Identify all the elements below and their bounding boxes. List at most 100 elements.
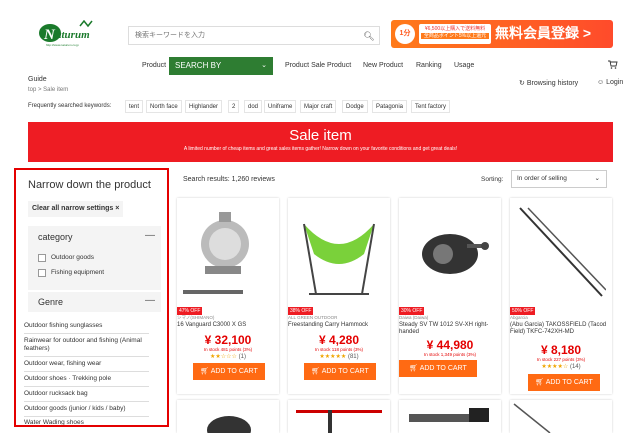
results-count: Search results: 1,260 reviews (183, 176, 275, 183)
add-to-cart-button[interactable]: 🛒︎ ADD TO CART (193, 363, 265, 380)
product-card[interactable] (177, 400, 279, 433)
product-card[interactable] (510, 400, 612, 433)
discount-badge: 50% OFF (510, 307, 536, 315)
nav-product-sale[interactable]: Product Sale Product (285, 58, 351, 74)
product-brand: シマノ(SHIMANO) (177, 315, 215, 320)
product-stock: In stock 1,349 points (3%) (423, 352, 477, 357)
product-card[interactable]: 47% OFF シマノ(SHIMANO) 16 Vanguard C3000 X… (177, 198, 279, 394)
checkbox-outdoor-goods[interactable] (38, 254, 46, 262)
product-stock: In stock 227 points (3%) (536, 357, 586, 362)
product-price: ¥ 32,100 (204, 333, 252, 347)
signup-banner[interactable]: 1分 ¥6,500以上購入で送料無料 全商品ポイント5%以上還元 無料会員登録 … (391, 20, 613, 48)
product-card[interactable]: 38% OFF ALL GREEN OUTDOOR Freestanding C… (288, 198, 390, 394)
divider (24, 386, 149, 387)
chevron-down-icon: ⌄ (261, 62, 267, 69)
nav-product[interactable]: Product (142, 58, 166, 74)
history-label: Browsing history (526, 80, 579, 87)
genre-item[interactable]: Water Wading shoes (24, 419, 149, 425)
genre-item[interactable]: Outdoor shoes · Trekking pole (24, 375, 149, 383)
keyword-tag[interactable]: dod (244, 100, 263, 113)
clear-all-button[interactable]: Clear all narrow settings × (28, 201, 124, 217)
sale-subtitle: A limited number of cheap items and grea… (183, 146, 458, 152)
rating-stars: ★★☆☆☆ (1) (210, 354, 246, 360)
discount-badge: 47% OFF (177, 307, 203, 315)
product-brand: ALL GREEN OUTDOOR (288, 315, 338, 320)
keyword-tag[interactable]: North face (146, 100, 182, 113)
product-name[interactable]: 16 Vanguard C3000 X GS (177, 322, 279, 329)
checkbox-fishing-equipment[interactable] (38, 269, 46, 277)
logo[interactable]: N aturum http://www.naturum.co.jp (36, 20, 98, 48)
breadcrumb[interactable]: top > Sale item (28, 87, 68, 93)
divider (24, 401, 149, 402)
browsing-history-link[interactable]: ↻ Browsing history (519, 79, 578, 87)
product-image-reel[interactable] (183, 204, 273, 300)
product-name[interactable]: (Abu Garcia) TAKOSSFIELD (Tacod Field) T… (510, 322, 612, 336)
genre-item[interactable]: Outdoor goods (junior / kids / baby) (24, 405, 149, 413)
category-title[interactable]: category (38, 232, 73, 242)
cart-icon[interactable] (608, 60, 618, 71)
keyword-tag[interactable]: Dodge (342, 100, 368, 113)
sort-value: In order of selling (517, 175, 567, 182)
narrow-down-panel: Narrow down the product Clear all narrow… (14, 168, 169, 427)
search-by-dropdown[interactable]: SEARCH BY ⌄ (169, 57, 273, 75)
keyword-tag[interactable]: Uniframe (264, 100, 297, 113)
sort-select[interactable]: In order of selling ⌄ (511, 170, 607, 188)
panel-title: Narrow down the product (28, 179, 151, 191)
keyword-tag[interactable]: Patagonia (372, 100, 408, 113)
genre-title[interactable]: Genre (38, 297, 63, 307)
collapse-icon[interactable]: — (145, 295, 155, 306)
keyword-tag[interactable]: tent (125, 100, 144, 113)
product-card[interactable]: 50% OFF Abgarcia (Abu Garcia) TAKOSSFIEL… (510, 198, 612, 394)
search-by-label: SEARCH BY (175, 61, 222, 70)
product-image-baitcast-reel[interactable] (405, 204, 495, 300)
add-to-cart-button[interactable]: 🛒︎ ADD TO CART (528, 374, 600, 391)
nav-new-product[interactable]: New Product (363, 58, 403, 74)
rating-stars: ★★★★★ (81) (319, 354, 359, 360)
product-name[interactable]: Steady SV TW 1012 SV-XH right-handed (399, 322, 501, 336)
product-image-rod[interactable] (516, 204, 606, 300)
search-box: 🔍︎ (128, 26, 380, 45)
nav-usage[interactable]: Usage (454, 58, 474, 74)
search-icon[interactable]: 🔍︎ (361, 29, 377, 43)
keyword-tag[interactable]: Major craft (300, 100, 337, 113)
genre-item[interactable]: Rainwear for outdoor and fishing (Animal… (24, 337, 149, 353)
keyword-tag[interactable]: Tent factory (411, 100, 451, 113)
sale-title: Sale item (289, 127, 352, 144)
product-card[interactable]: 30% OFF Daiwa (Daiwa) Steady SV TW 1012 … (399, 198, 501, 394)
product-image-hammock[interactable] (294, 204, 384, 300)
logo-text: aturum (56, 29, 90, 41)
keyword-tag[interactable]: Highlander (185, 100, 223, 113)
product-card[interactable] (399, 400, 501, 433)
genre-item[interactable]: Outdoor fishing sunglasses (24, 322, 149, 330)
product-name[interactable]: Freestanding Carry Hammock (288, 322, 390, 329)
user-icon: ☺ (597, 79, 605, 86)
add-to-cart-button[interactable]: 🛒︎ ADD TO CART (399, 360, 477, 377)
category-label: Outdoor goods (51, 254, 95, 261)
sale-banner: Sale item A limited number of cheap item… (28, 122, 613, 162)
add-to-cart-button[interactable]: 🛒︎ ADD TO CART (304, 363, 376, 380)
genre-item[interactable]: Outdoor rucksack bag (24, 390, 149, 398)
rating-stars: ★★★★☆ (14) (541, 364, 581, 370)
chevron-down-icon: ⌄ (594, 175, 600, 182)
logo-sub: http://www.naturum.co.jp (46, 43, 79, 47)
genre-item[interactable]: Outdoor wear, fishing wear (24, 360, 149, 368)
banner-line2: 全商品ポイント5%以上還元 (421, 33, 489, 39)
login-label: Login (606, 79, 624, 86)
keyword-tag[interactable]: 2 (228, 100, 240, 113)
keywords-label: Frequently searched keywords: (28, 103, 112, 109)
product-stock: In stock 118 points (3%) (315, 347, 363, 352)
nav-ranking[interactable]: Ranking (416, 58, 442, 74)
discount-badge: 30% OFF (399, 307, 425, 315)
product-image (207, 416, 251, 433)
product-brand: Abgarcia (510, 315, 528, 320)
divider (24, 416, 149, 417)
product-image (513, 403, 551, 433)
search-input[interactable] (129, 27, 349, 44)
product-card[interactable] (288, 400, 390, 433)
collapse-icon[interactable]: — (145, 230, 155, 241)
genre-section: Genre — (28, 292, 161, 312)
banner-info: ¥6,500以上購入で送料無料 全商品ポイント5%以上還元 (419, 24, 491, 44)
product-price: ¥ 44,980 (426, 338, 474, 352)
guide-title: Guide (28, 76, 47, 83)
login-link[interactable]: ☺ Login (597, 79, 623, 86)
